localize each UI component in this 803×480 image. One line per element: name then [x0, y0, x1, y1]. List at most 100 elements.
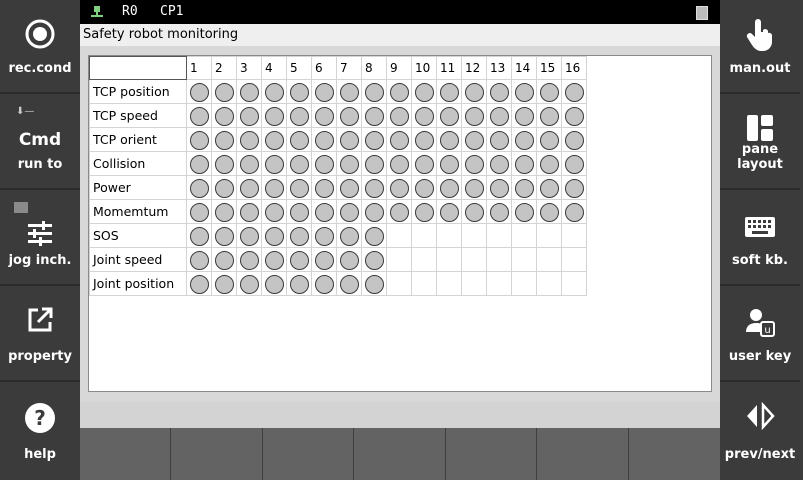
grid-cell — [311, 247, 337, 272]
status-indicator — [264, 202, 284, 222]
prev-next-button[interactable]: prev/next — [720, 384, 800, 478]
status-indicator — [314, 82, 334, 102]
status-indicator — [364, 226, 384, 246]
function-key-6[interactable] — [537, 428, 629, 480]
grid-cell — [261, 103, 287, 128]
svg-text:?: ? — [34, 406, 46, 430]
status-indicator — [264, 154, 284, 174]
status-indicator — [414, 178, 434, 198]
row-label: Joint speed — [89, 247, 187, 272]
grid-cell — [486, 247, 512, 272]
function-key-3[interactable] — [263, 428, 354, 480]
rec-cond-label: rec.cond — [8, 61, 72, 76]
row-label: Joint position — [89, 271, 187, 296]
status-indicator — [439, 178, 459, 198]
function-key-1[interactable] — [80, 428, 171, 480]
row-label: SOS — [89, 223, 187, 248]
grid-cell — [261, 247, 287, 272]
status-indicator — [489, 82, 509, 102]
grid-cell — [311, 127, 337, 152]
column-header: 11 — [436, 56, 462, 80]
status-indicator — [339, 250, 359, 270]
grid-cell — [511, 175, 537, 200]
right-side-panel: man.out pane layout soft kb. u user key … — [720, 0, 800, 480]
grid-cell — [311, 199, 337, 224]
pane-layout-button[interactable]: pane layout — [720, 96, 800, 190]
grid-cell — [311, 151, 337, 176]
grid-cell — [286, 151, 312, 176]
grid-cell — [561, 271, 587, 296]
status-indicator — [464, 82, 484, 102]
help-button[interactable]: ? help — [0, 384, 80, 478]
grid-cell — [436, 223, 462, 248]
status-indicator — [264, 250, 284, 270]
grid-cell — [361, 271, 387, 296]
status-indicator — [364, 130, 384, 150]
grid-cell — [286, 247, 312, 272]
grid-cell — [536, 103, 562, 128]
status-indicator — [339, 274, 359, 294]
user-key-icon: u — [720, 306, 800, 342]
status-indicator — [414, 154, 434, 174]
cmd-icon: ⬇— — [16, 106, 35, 117]
status-indicator — [239, 178, 259, 198]
man-out-button[interactable]: man.out — [720, 0, 800, 94]
status-indicator — [389, 154, 409, 174]
status-indicator — [189, 82, 209, 102]
grid-cell — [386, 199, 412, 224]
grid-cell — [336, 271, 362, 296]
status-indicator — [514, 202, 534, 222]
status-indicator — [389, 178, 409, 198]
soft-kb-label: soft kb. — [732, 253, 788, 268]
grid-cell — [511, 79, 537, 104]
status-indicator — [539, 154, 559, 174]
status-indicator — [214, 274, 234, 294]
grid-cell — [211, 175, 237, 200]
grid-cell — [286, 127, 312, 152]
status-indicator — [239, 130, 259, 150]
jog-inch-button[interactable]: jog inch. — [0, 192, 80, 286]
status-indicator — [539, 130, 559, 150]
status-indicator — [364, 178, 384, 198]
function-key-2[interactable] — [171, 428, 263, 480]
grid-cell — [361, 175, 387, 200]
status-indicator — [564, 178, 584, 198]
grid-cell — [336, 247, 362, 272]
grid-cell — [336, 103, 362, 128]
property-button[interactable]: property — [0, 288, 80, 382]
status-indicator — [214, 178, 234, 198]
grid-cell — [261, 127, 287, 152]
status-indicator — [189, 274, 209, 294]
column-header: 9 — [386, 56, 412, 80]
rec-cond-button[interactable]: rec.cond — [0, 0, 80, 94]
function-key-7[interactable] — [629, 428, 720, 480]
user-key-button[interactable]: u user key — [720, 288, 800, 382]
run-to-button[interactable]: ⬇— Cmd run to — [0, 96, 80, 190]
grid-cell — [461, 271, 487, 296]
status-indicator — [314, 202, 334, 222]
grid-cell — [386, 175, 412, 200]
user-key-label: user key — [728, 349, 792, 364]
soft-kb-button[interactable]: soft kb. — [720, 192, 800, 286]
pane-layout-label: pane layout — [737, 142, 783, 172]
grid-cell — [186, 127, 212, 152]
status-indicator — [439, 154, 459, 174]
column-header: 8 — [361, 56, 387, 80]
grid-cell — [536, 223, 562, 248]
status-indicator — [564, 154, 584, 174]
status-indicator — [489, 202, 509, 222]
status-indicator — [364, 82, 384, 102]
function-key-4[interactable] — [354, 428, 446, 480]
status-indicator — [289, 178, 309, 198]
status-indicator — [314, 130, 334, 150]
grid-cell — [486, 223, 512, 248]
table-row: SOS — [89, 223, 587, 248]
grid-cell — [236, 223, 262, 248]
function-key-5[interactable] — [446, 428, 537, 480]
status-indicator — [489, 178, 509, 198]
status-indicator — [214, 130, 234, 150]
status-indicator — [514, 178, 534, 198]
grid-cell — [411, 271, 437, 296]
grid-cell — [511, 247, 537, 272]
status-indicator — [439, 82, 459, 102]
